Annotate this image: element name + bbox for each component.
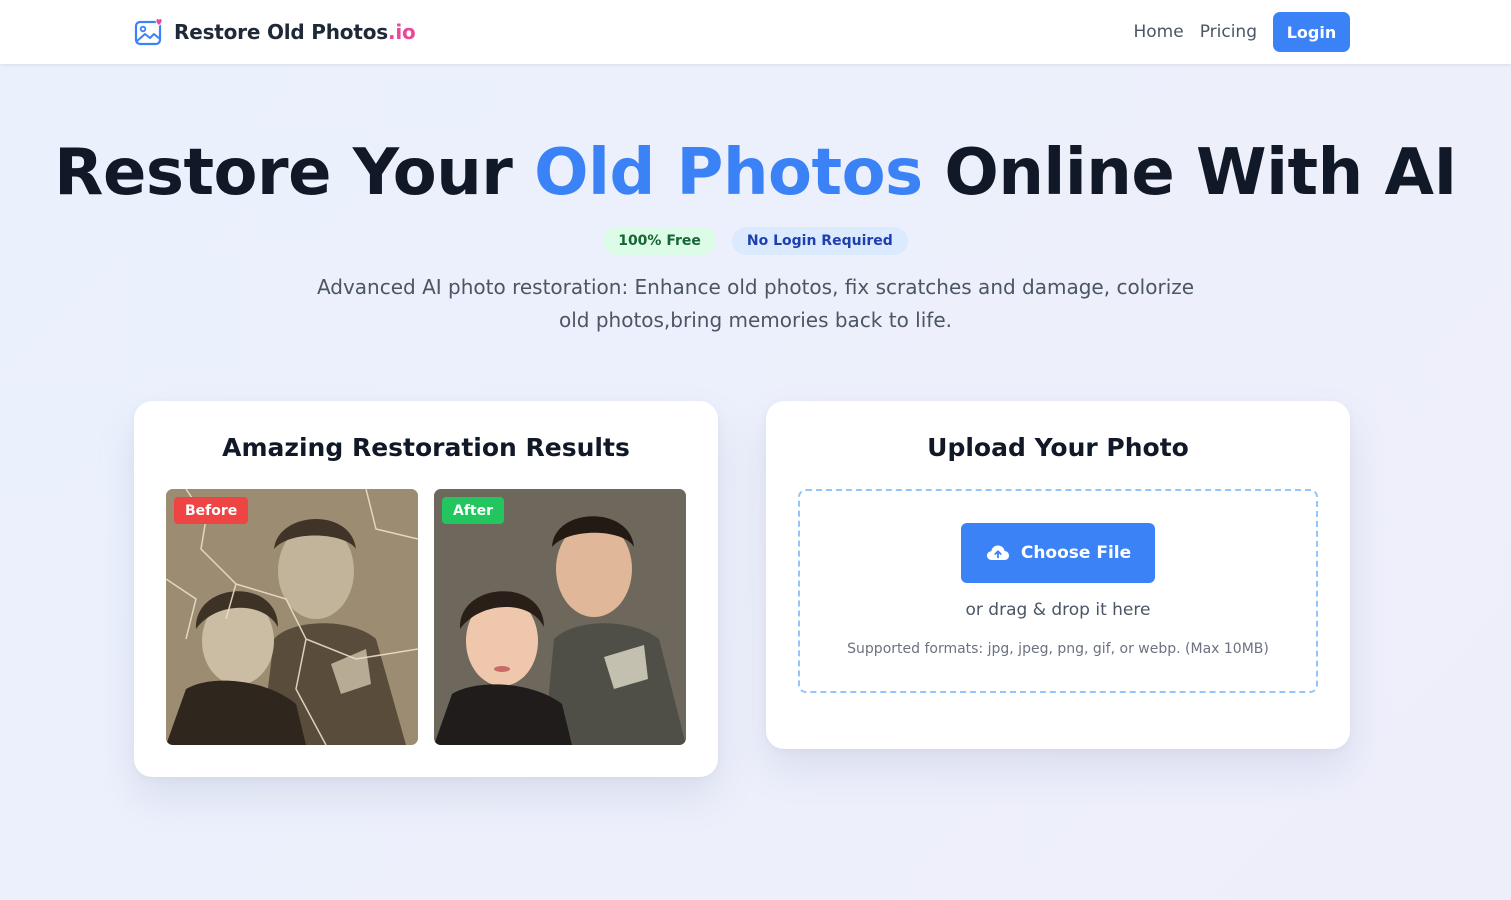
- choose-file-label: Choose File: [1020, 543, 1132, 563]
- nav-pricing-link[interactable]: Pricing: [1200, 22, 1257, 42]
- before-photo: Before: [166, 489, 418, 745]
- site-header: Restore Old Photos.io Home Pricing Login: [0, 0, 1511, 64]
- cloud-upload-icon: [986, 545, 1009, 560]
- results-card-title: Amazing Restoration Results: [222, 433, 630, 462]
- after-photo-image: [434, 489, 686, 745]
- brand-logo-link[interactable]: Restore Old Photos.io: [134, 16, 416, 48]
- results-card: Amazing Restoration Results Before After: [134, 401, 718, 777]
- hero-title-start: Restore Your: [54, 136, 535, 210]
- upload-card: Upload Your Photo Choose File or drag & …: [766, 401, 1350, 749]
- hero-title: Restore Your Old Photos Online With AI: [0, 136, 1511, 210]
- hero-subtitle: Advanced AI photo restoration: Enhance o…: [316, 275, 1195, 332]
- brand-name: Restore Old Photos.io: [174, 20, 416, 44]
- login-button[interactable]: Login: [1273, 12, 1350, 52]
- after-photo: After: [434, 489, 686, 745]
- choose-file-button[interactable]: Choose File: [961, 523, 1155, 583]
- free-badge: 100% Free: [603, 227, 716, 255]
- drag-drop-text: or drag & drop it here: [965, 600, 1151, 620]
- file-dropzone[interactable]: Choose File or drag & drop it here Suppo…: [798, 489, 1318, 693]
- no-login-badge: No Login Required: [731, 227, 908, 255]
- after-label: After: [442, 497, 505, 524]
- main-nav: Home Pricing Login: [1133, 12, 1350, 52]
- brand-name-suffix: .io: [387, 20, 416, 44]
- hero-title-end: Online With AI: [922, 136, 1457, 210]
- upload-card-title: Upload Your Photo: [927, 433, 1189, 462]
- hero-title-highlight: Old Photos: [534, 136, 923, 210]
- before-photo-image: [166, 489, 418, 745]
- supported-formats-text: Supported formats: jpg, jpeg, png, gif, …: [847, 641, 1269, 657]
- nav-home-link[interactable]: Home: [1133, 22, 1183, 42]
- hero-badges: 100% Free No Login Required: [0, 227, 1511, 255]
- brand-name-main: Restore Old Photos: [174, 20, 388, 44]
- photo-heart-icon: [134, 18, 163, 46]
- before-label: Before: [174, 497, 249, 524]
